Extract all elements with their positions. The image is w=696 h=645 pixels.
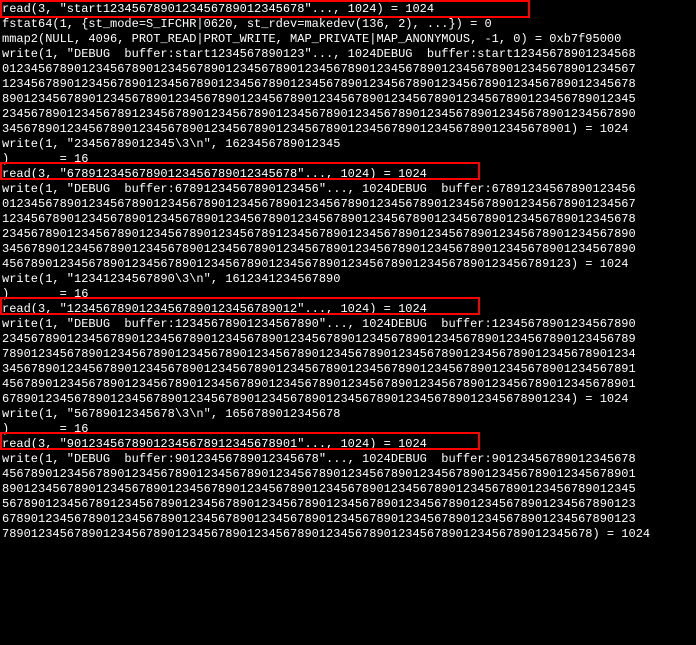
terminal-line: write(1, "56789012345678\3\n", 165678901… <box>2 407 696 422</box>
terminal-line: 0123456789012345678901234567890123456789… <box>2 197 696 212</box>
terminal-line: 1234567890123456789012345678901234567890… <box>2 77 696 92</box>
terminal-line: write(1, "DEBUG buffer:start123456789012… <box>2 47 696 62</box>
terminal-line: ) = 16 <box>2 152 696 167</box>
terminal-line: ) = 16 <box>2 422 696 437</box>
terminal-line: write(1, "DEBUG buffer:90123456789012345… <box>2 452 696 467</box>
terminal-line: 2345678901234567891234567890123456789012… <box>2 107 696 122</box>
terminal-line: 5678901234567891234567890123456789012345… <box>2 497 696 512</box>
terminal-line: 4567890123456789012345678901234567890123… <box>2 257 696 272</box>
terminal-line: 6789012345678901234567890123456789012345… <box>2 392 696 407</box>
terminal-line: 7890123456789012345678901234567890123456… <box>2 527 696 542</box>
terminal-line: write(1, "DEBUG buffer:12345678901234567… <box>2 317 696 332</box>
terminal-line: mmap2(NULL, 4096, PROT_READ|PROT_WRITE, … <box>2 32 696 47</box>
terminal-line: 7890123456789012345678901234567890123456… <box>2 347 696 362</box>
terminal-line: ) = 16 <box>2 287 696 302</box>
terminal-line: read(3, "6789123456789012345678901234567… <box>2 167 696 182</box>
terminal-line: 2345678901234567890123456789012345678912… <box>2 227 696 242</box>
terminal-line: fstat64(1, {st_mode=S_IFCHR|0620, st_rde… <box>2 17 696 32</box>
terminal-line: 3456789012345678901234567890123456789012… <box>2 122 696 137</box>
terminal-output: read(3, "start12345678901234567890123456… <box>0 0 696 542</box>
terminal-line: 4567890123456789012345678901234567890123… <box>2 377 696 392</box>
terminal-line: read(3, "9012345678901234567891234567890… <box>2 437 696 452</box>
terminal-line: 2345678901234567890123456789012345678901… <box>2 332 696 347</box>
terminal-line: write(1, "23456789012345\3\n", 162345678… <box>2 137 696 152</box>
terminal-line: read(3, "1234567890123456789012345678901… <box>2 302 696 317</box>
terminal-line: write(1, "12341234567890\3\n", 161234123… <box>2 272 696 287</box>
terminal-line: 3456789012345678901234567890123456789012… <box>2 242 696 257</box>
terminal-line: write(1, "DEBUG buffer:67891234567890123… <box>2 182 696 197</box>
terminal-line: 6789012345678901234567890123456789012345… <box>2 512 696 527</box>
terminal-line: read(3, "start12345678901234567890123456… <box>2 2 696 17</box>
terminal-line: 0123456789012345678901234567890123456789… <box>2 62 696 77</box>
terminal-line: 1234567890123456789012345678901234567890… <box>2 212 696 227</box>
terminal-line: 4567890123456789012345678901234567890123… <box>2 467 696 482</box>
terminal-line: 8901234567890123456789012345678901234567… <box>2 92 696 107</box>
terminal-line: 8901234567890123456789012345678901234567… <box>2 482 696 497</box>
terminal-line: 3456789012345678901234567890123456789012… <box>2 362 696 377</box>
